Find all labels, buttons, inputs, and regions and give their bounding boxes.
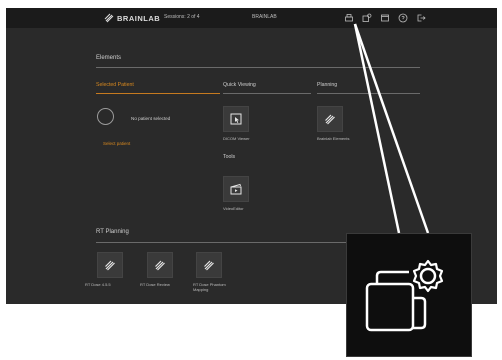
planning-header: Planning [317, 82, 338, 88]
print-icon[interactable] [344, 13, 354, 23]
dicom-viewer-icon [230, 113, 242, 125]
help-icon[interactable] [398, 13, 408, 23]
no-patient-text: No patient selected [131, 116, 171, 121]
quick-viewing-header: Quick Viewing [223, 82, 256, 88]
window-icon[interactable] [380, 13, 390, 23]
planning-divider [317, 93, 420, 94]
brainlab-logo: BRAINLAB [104, 11, 160, 25]
dicom-viewer-label: DICOM Viewer [223, 136, 250, 141]
rt-dose-review-tile[interactable] [147, 252, 173, 278]
content-settings-icon [365, 259, 444, 332]
dicom-viewer-tile[interactable] [223, 106, 249, 132]
top-bar: BRAINLAB Sessions: 2 of 4 BRAINLAB [6, 8, 497, 28]
brainlab-elements-icon [325, 114, 335, 125]
brainlab-elements-tile[interactable] [317, 106, 343, 132]
clapperboard-icon [230, 183, 242, 195]
rt-dose-review-label: RT Dose Review [140, 282, 170, 287]
tools-header: Tools [223, 154, 236, 160]
rt-dose-phantom-tile[interactable] [196, 252, 222, 278]
select-patient-link[interactable]: Select patient [103, 141, 130, 146]
avatar [97, 108, 114, 125]
session-counter: Sessions: 2 of 4 [164, 14, 200, 20]
brainlab-logo-icon [104, 13, 114, 23]
video-edit-tile[interactable] [223, 176, 249, 202]
zoom-callout [346, 233, 472, 357]
video-edit-label: VideoEditor [223, 206, 244, 211]
selected-patient-header: Selected Patient [96, 82, 134, 88]
brainlab-elements-icon [155, 260, 165, 271]
rt-planning-divider [96, 242, 346, 243]
brainlab-elements-icon [105, 260, 115, 271]
rt-planning-title: RT Planning [96, 229, 129, 235]
selected-patient-divider [96, 93, 220, 94]
top-title: BRAINLAB [252, 14, 277, 20]
content-settings-icon[interactable] [362, 13, 372, 23]
quick-viewing-divider [223, 93, 311, 94]
rt-dose-phantom-label: RT Dose Phantom Mapping [193, 282, 226, 292]
brainlab-elements-label: Brainlab Elements [317, 136, 350, 141]
brainlab-elements-icon [204, 260, 214, 271]
rt-dose-tile[interactable] [97, 252, 123, 278]
brand-text: BRAINLAB [117, 13, 161, 23]
rt-dose-label: RT Dose 4.5.5 [85, 282, 111, 287]
elements-divider [96, 67, 420, 68]
logout-icon[interactable] [416, 13, 426, 23]
elements-title: Elements [96, 55, 122, 61]
